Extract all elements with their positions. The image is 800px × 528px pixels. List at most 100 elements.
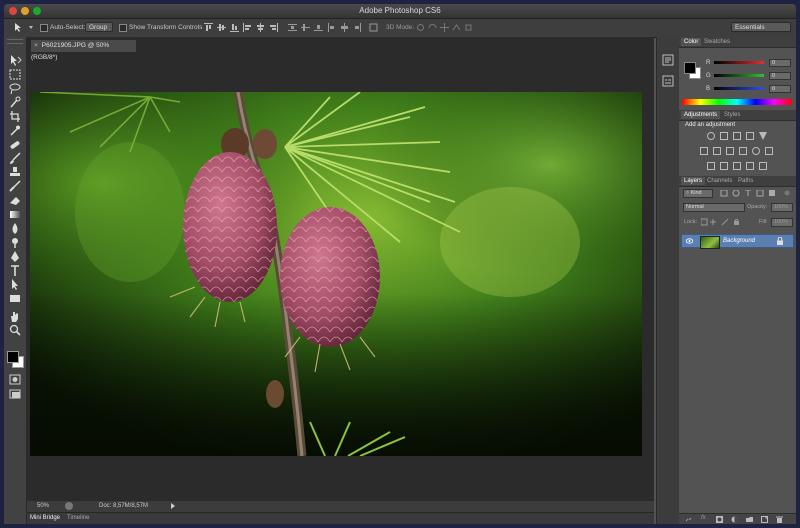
layer-row-background[interactable]: Background	[681, 234, 794, 249]
clone-stamp-tool-icon[interactable]	[8, 166, 22, 179]
exposure-icon[interactable]	[746, 132, 754, 140]
color-lookup-icon[interactable]	[765, 147, 773, 155]
lasso-tool-icon[interactable]	[8, 82, 22, 95]
tools-panel-grip[interactable]	[7, 39, 23, 44]
color-slider-g[interactable]: G 0	[683, 72, 793, 82]
workspace-dropdown[interactable]: Essentials	[731, 22, 791, 32]
photo-filter-icon[interactable]	[739, 147, 747, 155]
posterize-icon[interactable]	[720, 162, 728, 170]
document-tab[interactable]: × P6021905.JPG @ 50% (RGB/8*)	[30, 39, 137, 61]
tab-paths[interactable]: Paths	[735, 177, 756, 185]
curves-icon[interactable]	[733, 132, 741, 140]
properties-panel-icon[interactable]	[662, 75, 674, 87]
add-mask-icon[interactable]	[716, 516, 723, 523]
blur-tool-icon[interactable]	[8, 222, 22, 235]
distribute-bottom-icon[interactable]	[314, 23, 323, 32]
tab-layers[interactable]: Layers	[681, 177, 706, 185]
healing-brush-tool-icon[interactable]	[8, 138, 22, 151]
status-info-icon[interactable]	[65, 502, 73, 510]
align-vcenter-icon[interactable]	[217, 23, 226, 32]
lock-icons[interactable]	[700, 218, 747, 226]
eraser-tool-icon[interactable]	[8, 194, 22, 207]
tab-timeline[interactable]: Timeline	[67, 515, 89, 521]
chevron-down-icon[interactable]	[29, 26, 33, 29]
trash-icon[interactable]	[776, 516, 783, 523]
new-group-icon[interactable]	[746, 516, 753, 523]
slider-track-b[interactable]	[714, 87, 764, 90]
screen-mode-icon[interactable]	[8, 388, 22, 401]
roll-3d-icon[interactable]	[428, 23, 437, 32]
blend-mode-dropdown[interactable]: Normal	[683, 203, 745, 212]
layer-style-icon[interactable]: fx	[701, 515, 706, 521]
history-brush-tool-icon[interactable]	[8, 180, 22, 193]
new-adjustment-layer-icon[interactable]	[731, 516, 738, 523]
document-tab-close-icon[interactable]: ×	[34, 42, 38, 49]
channel-mixer-icon[interactable]	[752, 147, 760, 155]
brightness-contrast-icon[interactable]	[707, 132, 715, 140]
gradient-tool-icon[interactable]	[8, 208, 22, 221]
tab-swatches[interactable]: Swatches	[701, 38, 733, 46]
distribute-left-icon[interactable]	[327, 23, 336, 32]
slider-track-g[interactable]	[714, 74, 764, 77]
distribute-right-icon[interactable]	[353, 23, 362, 32]
link-layers-icon[interactable]	[685, 516, 692, 523]
slider-track-r[interactable]	[714, 61, 764, 64]
status-menu-arrow-icon[interactable]	[171, 503, 175, 509]
auto-select-checkbox[interactable]	[40, 24, 48, 32]
hue-saturation-icon[interactable]	[700, 147, 708, 155]
show-transform-checkbox[interactable]	[119, 24, 127, 32]
align-left-icon[interactable]	[243, 23, 252, 32]
selective-color-icon[interactable]	[759, 162, 767, 170]
rotate-3d-icon[interactable]	[416, 23, 425, 32]
layer-filter-kind[interactable]: ⌕ Kind	[683, 189, 713, 198]
foreground-color-swatch-front[interactable]	[7, 351, 19, 363]
type-tool-icon[interactable]	[8, 264, 22, 277]
align-right-icon[interactable]	[269, 23, 278, 32]
distribute-top-icon[interactable]	[288, 23, 297, 32]
dodge-tool-icon[interactable]	[8, 236, 22, 249]
quick-mask-icon[interactable]	[8, 373, 22, 386]
move-tool-preset-icon[interactable]	[14, 22, 26, 33]
tab-mini-bridge[interactable]: Mini Bridge	[30, 515, 60, 521]
quick-selection-tool-icon[interactable]	[8, 96, 22, 109]
distribute-hcenter-icon[interactable]	[340, 23, 349, 32]
gradient-map-icon[interactable]	[746, 162, 754, 170]
value-field-b[interactable]: 0	[769, 85, 791, 93]
color-slider-r[interactable]: R 0	[683, 59, 793, 69]
tab-color[interactable]: Color	[681, 38, 702, 46]
path-selection-tool-icon[interactable]	[8, 278, 22, 291]
vibrance-icon[interactable]	[759, 132, 767, 140]
hand-tool-icon[interactable]	[8, 310, 22, 323]
color-slider-b[interactable]: B 0	[683, 85, 793, 95]
auto-align-icon[interactable]	[369, 23, 378, 32]
history-panel-icon[interactable]	[662, 54, 674, 66]
zoom-tool-icon[interactable]	[8, 324, 22, 337]
tab-adjustments[interactable]: Adjustments	[681, 111, 721, 119]
align-hcenter-icon[interactable]	[256, 23, 265, 32]
auto-select-dropdown[interactable]: Group	[85, 22, 113, 32]
eyedropper-tool-icon[interactable]	[8, 124, 22, 137]
pen-tool-icon[interactable]	[8, 250, 22, 263]
layer-visibility-eye-icon[interactable]	[685, 238, 694, 244]
move-tool-icon[interactable]	[8, 54, 22, 67]
invert-icon[interactable]	[707, 162, 715, 170]
levels-icon[interactable]	[720, 132, 728, 140]
rectangle-tool-icon[interactable]	[8, 292, 22, 305]
crop-tool-icon[interactable]	[8, 110, 22, 123]
pan-3d-icon[interactable]	[440, 23, 449, 32]
layer-name[interactable]: Background	[723, 238, 755, 244]
scale-3d-icon[interactable]	[464, 23, 473, 32]
marquee-tool-icon[interactable]	[8, 68, 22, 81]
image-canvas[interactable]	[30, 92, 642, 456]
opacity-field[interactable]: 100%	[771, 203, 793, 212]
zoom-level[interactable]: 50%	[37, 503, 49, 509]
brush-tool-icon[interactable]	[8, 152, 22, 165]
value-field-g[interactable]: 0	[769, 72, 791, 80]
distribute-vcenter-icon[interactable]	[301, 23, 310, 32]
fill-field[interactable]: 100%	[771, 218, 793, 227]
color-spectrum-ramp[interactable]	[682, 99, 792, 105]
color-balance-icon[interactable]	[713, 147, 721, 155]
align-bottom-icon[interactable]	[230, 23, 239, 32]
new-layer-icon[interactable]	[761, 516, 768, 523]
tab-styles[interactable]: Styles	[721, 111, 743, 119]
